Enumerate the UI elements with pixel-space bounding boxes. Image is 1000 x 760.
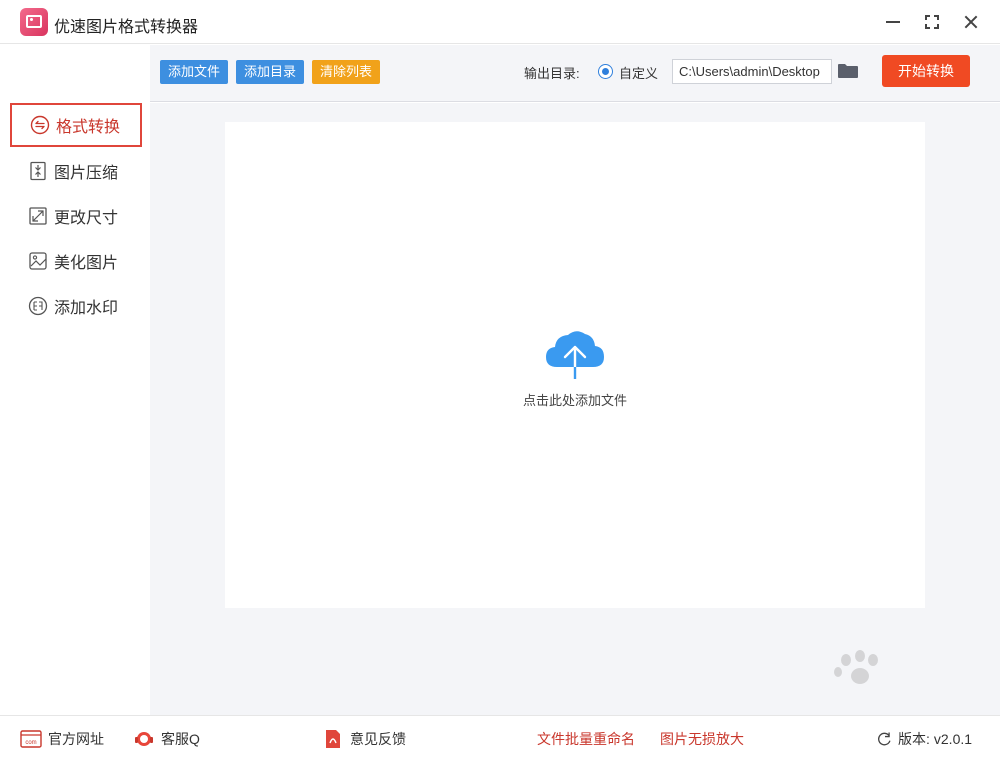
sidebar-item-format-convert[interactable]: 格式转换 bbox=[10, 103, 142, 147]
sidebar-item-label: 格式转换 bbox=[56, 119, 121, 136]
start-convert-button[interactable]: 开始转换 bbox=[882, 55, 970, 87]
sidebar-item-label: 美化图片 bbox=[54, 255, 119, 272]
close-icon[interactable] bbox=[959, 10, 983, 34]
sidebar-item-label: 图片压缩 bbox=[54, 165, 119, 182]
maximize-icon[interactable] bbox=[920, 10, 944, 34]
headset-icon bbox=[135, 732, 153, 746]
main-panel: 点击此处添加文件 bbox=[150, 103, 1000, 715]
output-directory-label: 输出目录: bbox=[524, 66, 580, 81]
cloud-upload-icon bbox=[546, 331, 604, 381]
lossless-enlarge-link[interactable]: 图片无损放大 bbox=[660, 729, 744, 749]
resize-icon bbox=[29, 207, 47, 225]
custom-output-radio[interactable] bbox=[598, 64, 613, 79]
folder-icon[interactable] bbox=[837, 62, 859, 80]
custom-output-label[interactable]: 自定义 bbox=[619, 63, 658, 82]
clear-list-button[interactable]: 清除列表 bbox=[312, 60, 381, 84]
sidebar-item-label: 更改尺寸 bbox=[54, 210, 119, 227]
feedback-link[interactable]: 意见反馈 bbox=[322, 729, 406, 749]
sidebar-item-label: 添加水印 bbox=[54, 300, 119, 317]
customer-service-label: 客服Q bbox=[161, 731, 200, 747]
sidebar-item-resize[interactable]: 更改尺寸 bbox=[10, 194, 142, 238]
sidebar-item-watermark[interactable]: 添加水印 bbox=[10, 284, 142, 328]
app-title: 优速图片格式转换器 bbox=[54, 19, 199, 36]
official-website-label: 官方网址 bbox=[48, 731, 104, 747]
official-website-link[interactable]: com 官方网址 bbox=[20, 729, 104, 749]
sidebar-item-compress[interactable]: 图片压缩 bbox=[10, 149, 142, 193]
minimize-icon[interactable] bbox=[881, 10, 905, 34]
convert-icon bbox=[30, 115, 50, 135]
watermark-icon bbox=[28, 296, 48, 316]
website-icon: com bbox=[20, 730, 42, 748]
batch-rename-link[interactable]: 文件批量重命名 bbox=[537, 729, 635, 749]
title-bar: 优速图片格式转换器 bbox=[0, 0, 1000, 44]
app-logo-icon bbox=[20, 8, 48, 36]
feedback-icon bbox=[326, 730, 340, 748]
add-file-button[interactable]: 添加文件 bbox=[160, 60, 229, 84]
customer-service-link[interactable]: 客服Q bbox=[133, 729, 302, 749]
output-path-input[interactable] bbox=[672, 59, 832, 84]
sidebar: 格式转换 图片压缩 更改尺寸 美化图片 添加水印 bbox=[0, 45, 150, 715]
beautify-icon bbox=[29, 252, 47, 270]
compress-icon bbox=[30, 161, 46, 181]
redacted-contact bbox=[201, 732, 302, 746]
feedback-label: 意见反馈 bbox=[350, 731, 406, 747]
dropzone-hint: 点击此处添加文件 bbox=[522, 393, 627, 408]
svg-text:com: com bbox=[25, 740, 36, 746]
toolbar: 添加文件 添加目录 清除列表 输出目录: 自定义 开始转换 bbox=[150, 45, 1000, 102]
watermark-logo bbox=[834, 650, 878, 684]
add-folder-button[interactable]: 添加目录 bbox=[236, 60, 305, 84]
file-dropzone[interactable]: 点击此处添加文件 bbox=[225, 122, 925, 608]
sidebar-item-beautify[interactable]: 美化图片 bbox=[10, 239, 142, 283]
